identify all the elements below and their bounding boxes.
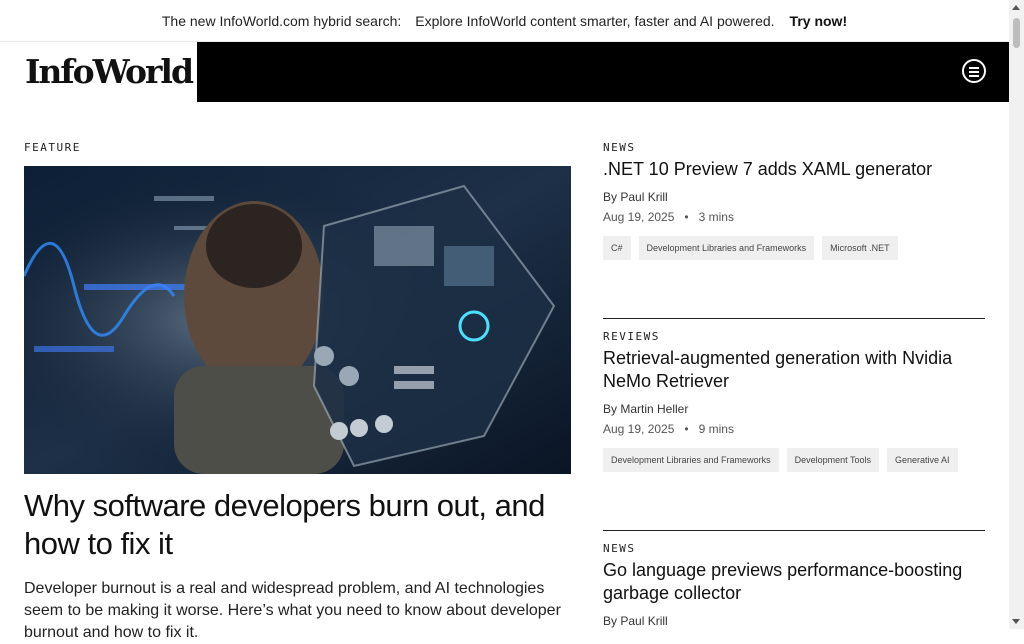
hero-illustration: [24, 166, 571, 474]
article-read-time: 3 mins: [698, 210, 734, 224]
article-meta: Aug 19, 2025 • 9 mins: [603, 422, 985, 436]
menu-line: [969, 71, 979, 73]
tag-chip[interactable]: Generative AI: [886, 448, 958, 472]
page-scrollbar[interactable]: [1009, 0, 1024, 629]
article-card[interactable]: NEWS .NET 10 Preview 7 adds XAML generat…: [603, 141, 985, 260]
article-read-time: 9 mins: [698, 422, 734, 436]
tag-chip[interactable]: Development Tools: [786, 448, 879, 472]
scroll-thumb[interactable]: [1013, 18, 1020, 48]
article-headline[interactable]: .NET 10 Preview 7 adds XAML generator: [603, 158, 985, 181]
scroll-up-icon[interactable]: [1012, 5, 1020, 10]
tag-chip[interactable]: Development Libraries and Frameworks: [638, 236, 815, 260]
article-meta: Aug 19, 2025 • 3 mins: [603, 210, 985, 224]
article-card[interactable]: REVIEWS Retrieval-augmented generation w…: [603, 330, 985, 472]
article-divider: [603, 530, 985, 531]
scroll-down-icon[interactable]: [1012, 619, 1020, 624]
banner-explore-text: Explore InfoWorld content smarter, faste…: [415, 12, 775, 29]
meta-separator: •: [677, 422, 696, 436]
tag-chip[interactable]: Microsoft .NET: [822, 236, 898, 260]
feature-kicker: FEATURE: [24, 141, 81, 154]
article-kicker: NEWS: [603, 542, 636, 555]
meta-separator: •: [677, 210, 696, 224]
banner-lead-text: The new InfoWorld.com hybrid search:: [161, 12, 402, 29]
article-byline[interactable]: By Martin Heller: [603, 402, 985, 416]
site-logo[interactable]: InfoWorld: [25, 52, 194, 91]
article-date: Aug 19, 2025: [603, 210, 675, 224]
article-byline[interactable]: By Paul Krill: [603, 614, 985, 628]
article-date: Aug 19, 2025: [603, 422, 675, 436]
try-now-link[interactable]: Try now!: [790, 13, 848, 29]
article-byline[interactable]: By Paul Krill: [603, 190, 985, 204]
article-headline[interactable]: Go language previews performance-boostin…: [603, 559, 985, 605]
menu-icon[interactable]: [962, 59, 986, 83]
tag-chip[interactable]: C#: [603, 236, 631, 260]
article-divider: [603, 318, 985, 319]
article-tags: C# Development Libraries and Frameworks …: [603, 236, 985, 260]
feature-headline[interactable]: Why software developers burn out, and ho…: [24, 487, 564, 563]
article-kicker: NEWS: [603, 141, 636, 154]
feature-description: Developer burnout is a real and widespre…: [24, 580, 561, 641]
menu-line: [969, 67, 979, 69]
announcement-banner: The new InfoWorld.com hybrid search: Exp…: [0, 0, 1009, 42]
article-headline[interactable]: Retrieval-augmented generation with Nvid…: [603, 347, 985, 393]
article-kicker: REVIEWS: [603, 330, 660, 343]
menu-line: [969, 75, 979, 77]
header-bar: [197, 42, 1009, 102]
article-card[interactable]: NEWS Go language previews performance-bo…: [603, 542, 985, 628]
feature-hero-image[interactable]: [24, 166, 571, 474]
article-tags: Development Libraries and Frameworks Dev…: [603, 448, 985, 472]
tag-chip[interactable]: Development Libraries and Frameworks: [603, 448, 779, 472]
